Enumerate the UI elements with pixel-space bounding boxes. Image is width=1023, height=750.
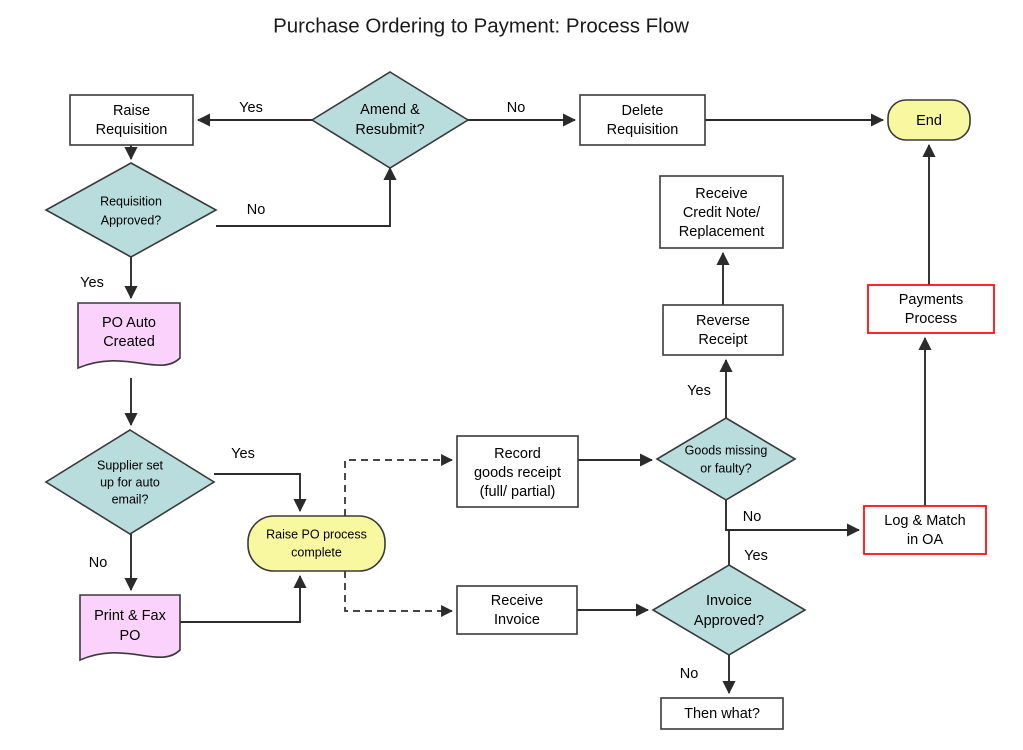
node-raise-requisition[interactable]: Raise Requisition	[69, 94, 194, 146]
node-label-po-auto-created-line1: PO Auto	[102, 315, 156, 331]
node-label-record-goods-line2: goods receipt	[474, 465, 561, 481]
edge-label-goods-yes: Yes	[687, 383, 711, 399]
node-label-log-match-line1: Log & Match	[884, 513, 965, 529]
edge-label-goods-no: No	[743, 509, 762, 525]
node-receive-credit-note[interactable]: Receive Credit Note/ Replacement	[659, 175, 784, 249]
flowchart-canvas: Purchase Ordering to Payment: Process Fl…	[0, 0, 1023, 750]
edge-label-supplier-no: No	[89, 555, 108, 571]
edge-label-supplier-yes: Yes	[231, 446, 255, 462]
node-label-invoice-approved-line1: Invoice	[706, 593, 752, 609]
node-label-raise-po-complete-line2: complete	[291, 545, 342, 559]
node-label-payments-process-line2: Process	[905, 311, 957, 327]
node-label-po-auto-created-line2: Created	[103, 334, 155, 350]
node-label-amend-resubmit-line2: Resubmit?	[355, 122, 424, 138]
node-label-requisition-approved-line2: Approved?	[101, 213, 162, 227]
node-label-receive-invoice-line2: Invoice	[494, 612, 540, 628]
node-raise-po-complete[interactable]: Raise PO process complete	[247, 515, 386, 572]
node-label-receive-credit-line1: Receive	[695, 186, 747, 202]
edge-label-requisition-yes: Yes	[80, 275, 104, 291]
node-label-raise-requisition-line1: Raise	[113, 103, 150, 119]
node-label-receive-credit-line3: Replacement	[679, 224, 764, 240]
node-label-end: End	[916, 113, 942, 129]
node-label-supplier-line1: Supplier set	[97, 458, 164, 472]
page-title: Purchase Ordering to Payment: Process Fl…	[273, 14, 689, 37]
node-end[interactable]: End	[887, 99, 971, 141]
node-label-raise-requisition-line2: Requisition	[96, 122, 168, 138]
node-log-match-in-oa[interactable]: Log & Match in OA	[863, 505, 987, 555]
node-label-reverse-receipt-line2: Receipt	[698, 332, 747, 348]
node-label-print-fax-po-line2: PO	[120, 628, 141, 644]
node-then-what[interactable]: Then what?	[660, 697, 784, 730]
node-record-goods-receipt[interactable]: Record goods receipt (full/ partial)	[456, 435, 579, 508]
edge-label-amend-no: No	[507, 100, 526, 116]
node-label-reverse-receipt-line1: Reverse	[696, 313, 750, 329]
node-po-auto-created[interactable]: PO Auto Created	[77, 302, 181, 370]
node-label-then-what: Then what?	[684, 706, 760, 722]
flowchart-svg: Purchase Ordering to Payment: Process Fl…	[0, 0, 1023, 750]
node-label-requisition-approved-line1: Requisition	[100, 194, 162, 208]
node-label-goods-missing-line1: Goods missing	[685, 443, 768, 457]
node-label-receive-credit-line2: Credit Note/	[683, 205, 761, 221]
node-label-delete-requisition-line2: Requisition	[607, 122, 679, 138]
node-label-supplier-line2: up for auto	[100, 475, 160, 489]
node-label-print-fax-po-line1: Print & Fax	[94, 608, 166, 624]
edge-label-amend-yes: Yes	[239, 100, 263, 116]
node-label-record-goods-line1: Record	[494, 446, 541, 462]
edge-label-invoice-no: No	[680, 666, 699, 682]
node-label-invoice-approved-line2: Approved?	[694, 613, 764, 629]
node-payments-process[interactable]: Payments Process	[867, 284, 995, 334]
node-reverse-receipt[interactable]: Reverse Receipt	[662, 304, 784, 356]
node-label-raise-po-complete-line1: Raise PO process	[266, 527, 367, 541]
node-receive-invoice[interactable]: Receive Invoice	[456, 585, 578, 635]
node-delete-requisition[interactable]: Delete Requisition	[579, 94, 706, 146]
node-label-goods-missing-line2: or faulty?	[700, 461, 751, 475]
node-label-payments-process-line1: Payments	[899, 292, 963, 308]
node-label-amend-resubmit-line1: Amend &	[360, 102, 420, 118]
node-label-supplier-line3: email?	[112, 492, 149, 506]
edge-label-requisition-no: No	[247, 202, 266, 218]
node-print-fax-po[interactable]: Print & Fax PO	[79, 594, 181, 662]
node-label-record-goods-line3: (full/ partial)	[480, 484, 556, 500]
node-label-receive-invoice-line1: Receive	[491, 593, 543, 609]
node-label-log-match-line2: in OA	[907, 532, 944, 548]
node-label-delete-requisition-line1: Delete	[622, 103, 664, 119]
edge-label-invoice-yes: Yes	[744, 548, 768, 564]
